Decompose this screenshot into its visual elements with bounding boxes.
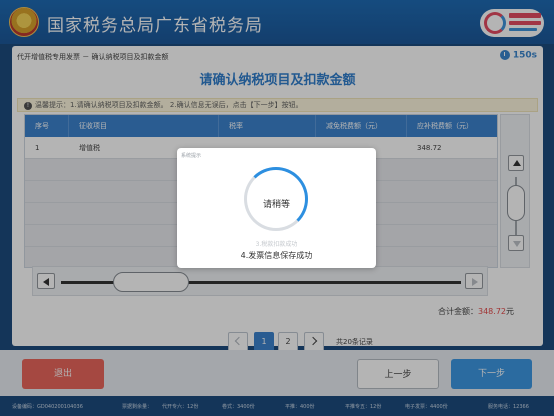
step-current-text: 4.发票信息保存成功 [240,251,313,260]
dialog-label: 系统提示 [181,153,202,159]
loading-dialog: 系统提示 请稍等 3.税款扣款成功 4.发票信息保存成功 [177,148,376,268]
loading-text: 请稍等 [262,200,290,210]
step-completed-text: 3.税款扣款成功 [255,241,298,248]
